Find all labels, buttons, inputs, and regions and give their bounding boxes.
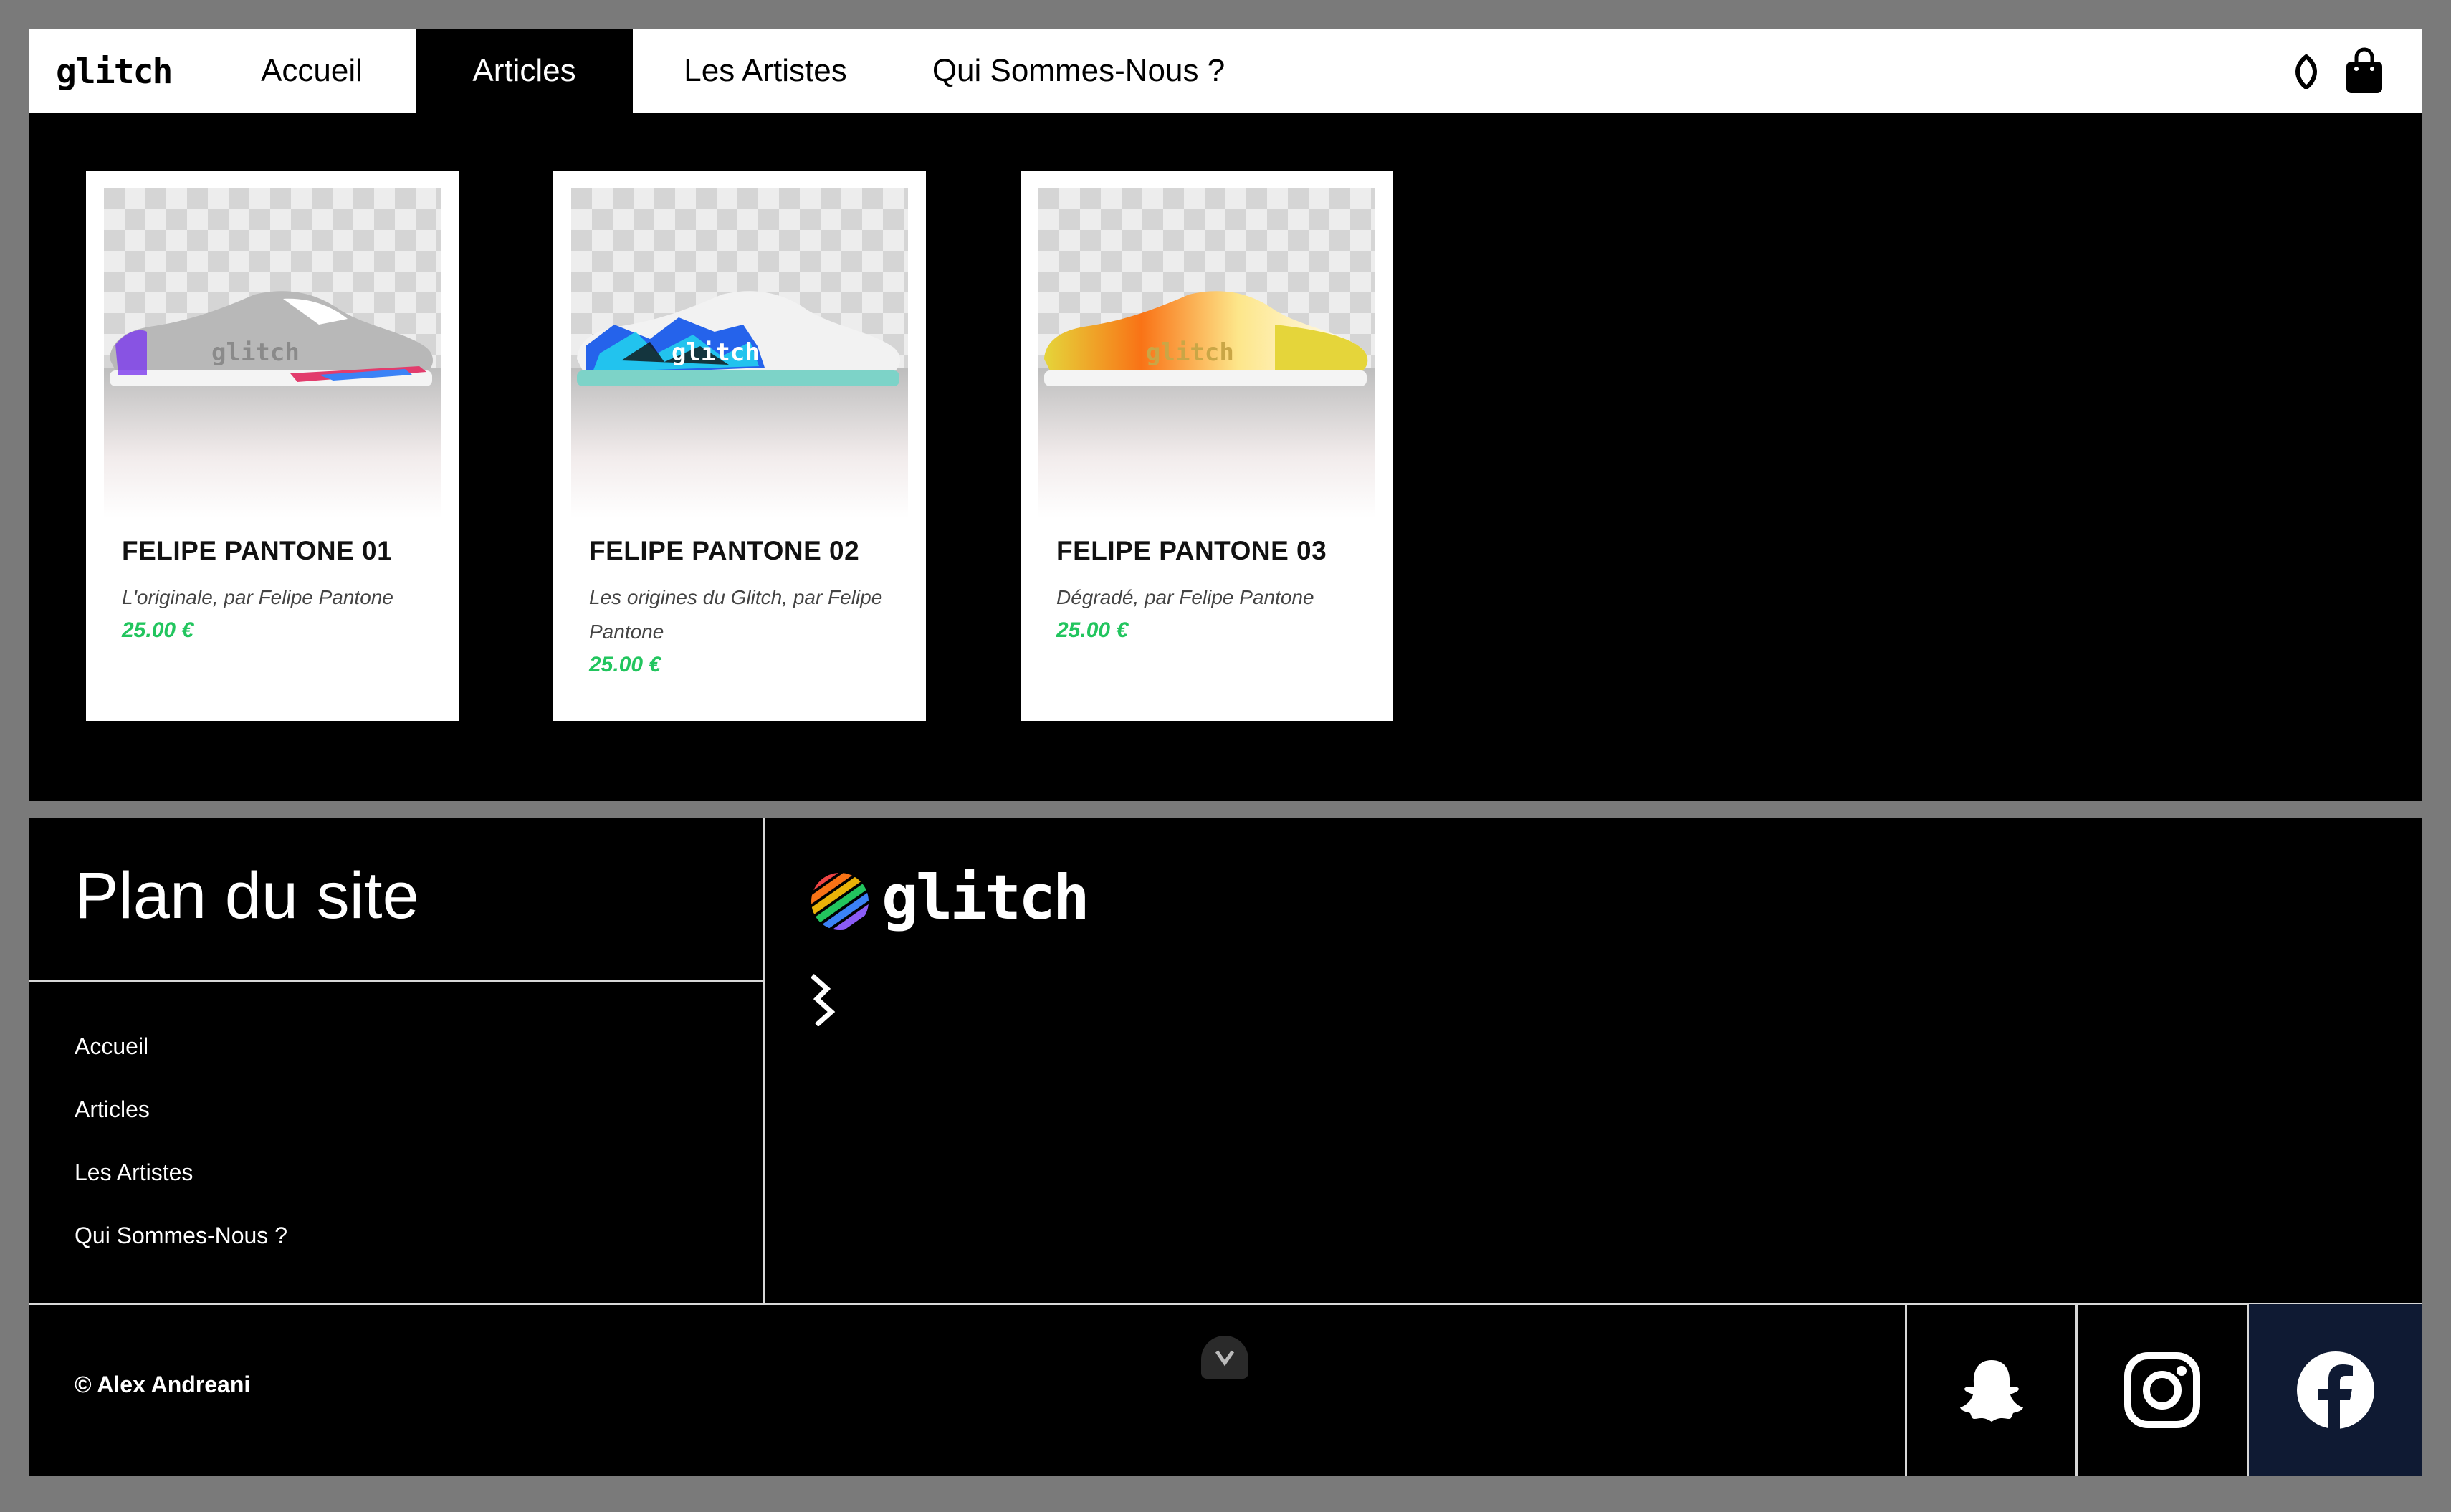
sitemap-link-articles[interactable]: Articles [75, 1096, 150, 1123]
svg-text:glitch: glitch [211, 338, 300, 367]
scroll-down-button[interactable] [1201, 1336, 1248, 1379]
product-title[interactable]: FELIPE PANTONE 01 [122, 536, 392, 566]
product-card[interactable]: glitch FELIPE PANTONE 02 Les origines du… [553, 171, 926, 721]
instagram-icon [2124, 1352, 2200, 1428]
product-description: Les origines du Glitch, par Felipe Panto… [589, 580, 897, 681]
product-description-text: L'originale, par Felipe Pantone [122, 586, 393, 608]
footer-brand-logo[interactable]: glitch [882, 866, 1090, 930]
sitemap-title: Plan du site [75, 859, 419, 932]
nav-item-les-artistes[interactable]: Les Artistes [633, 29, 898, 113]
product-image[interactable]: glitch [571, 188, 908, 518]
top-navigation: glitch Accueil Articles Les Artistes Qui… [29, 29, 2422, 113]
product-description-text: Dégradé, par Felipe Pantone [1056, 586, 1314, 608]
svg-text:glitch: glitch [1146, 338, 1234, 367]
facebook-button[interactable] [2249, 1304, 2422, 1476]
sitemap-link-accueil[interactable]: Accueil [75, 1033, 148, 1060]
nav-item-qui-sommes-nous[interactable]: Qui Sommes-Nous ? [917, 29, 1240, 113]
sitemap-link-qui-sommes-nous[interactable]: Qui Sommes-Nous ? [75, 1222, 287, 1249]
products-section: glitch Accueil Articles Les Artistes Qui… [29, 29, 2422, 801]
chevron-right-icon[interactable] [810, 973, 843, 1026]
product-title[interactable]: FELIPE PANTONE 03 [1056, 536, 1327, 566]
product-description-text: Les origines du Glitch, par Felipe Panto… [589, 586, 883, 643]
product-description: Dégradé, par Felipe Pantone 25.00 € [1056, 580, 1365, 646]
product-description: L'originale, par Felipe Pantone 25.00 € [122, 580, 430, 646]
site-footer: Plan du site Accueil Articles Les Artist… [29, 818, 2422, 1476]
instagram-button[interactable] [2077, 1304, 2247, 1476]
nav-item-accueil[interactable]: Accueil [208, 29, 416, 113]
glitch-brand-icon [811, 873, 869, 930]
product-price: 25.00 € [1056, 618, 1129, 642]
map-pin-icon[interactable] [2292, 54, 2321, 89]
product-title[interactable]: FELIPE PANTONE 02 [589, 536, 859, 566]
copyright: © Alex Andreani [75, 1372, 251, 1397]
product-card[interactable]: glitch FELIPE PANTONE 03 Dégradé, par Fe… [1021, 171, 1393, 721]
snapchat-button[interactable] [1906, 1304, 2077, 1476]
facebook-icon [2297, 1351, 2374, 1430]
product-image[interactable]: glitch [104, 188, 441, 518]
product-image[interactable]: glitch [1038, 188, 1375, 518]
snapchat-icon [1960, 1360, 2023, 1422]
footer-divider [29, 980, 764, 982]
footer-divider [763, 818, 765, 1304]
svg-text:glitch: glitch [672, 338, 760, 367]
sitemap-link-les-artistes[interactable]: Les Artistes [75, 1159, 193, 1186]
nav-item-articles[interactable]: Articles [416, 29, 633, 113]
shopping-bag-icon[interactable] [2344, 47, 2385, 95]
product-price: 25.00 € [589, 653, 661, 676]
chevron-down-icon [1215, 1350, 1235, 1367]
product-price: 25.00 € [122, 618, 194, 642]
product-card[interactable]: glitch FELIPE PANTONE 01 L'originale, pa… [86, 171, 459, 721]
nav-logo[interactable]: glitch [56, 53, 173, 90]
